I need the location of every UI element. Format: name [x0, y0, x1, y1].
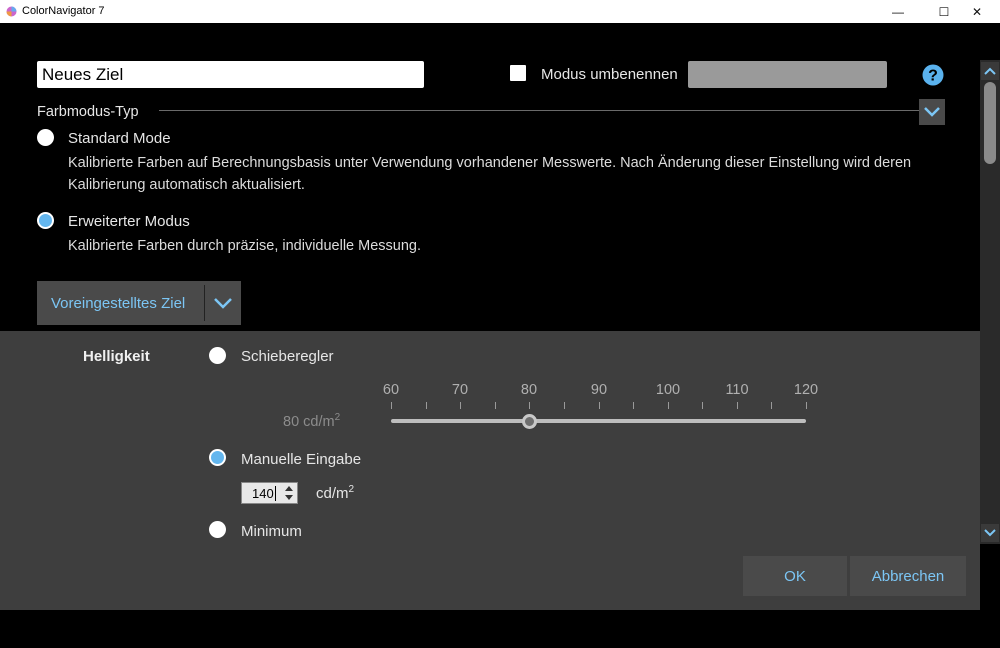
section-collapse-button[interactable]	[919, 99, 945, 125]
section-divider	[159, 110, 919, 111]
manual-entry-label: Manuelle Eingabe	[241, 451, 362, 468]
minimize-button[interactable]: —	[875, 0, 921, 23]
rename-mode-field	[688, 61, 887, 88]
standard-mode-radio[interactable]	[37, 129, 54, 146]
dropdown-arrow[interactable]	[205, 281, 241, 325]
cancel-button[interactable]: Abbrechen	[850, 556, 966, 596]
target-name-input[interactable]	[37, 61, 424, 88]
triangle-up-icon	[984, 67, 996, 75]
scale-label: 110	[725, 382, 749, 398]
target-settings-panel: Helligkeit Schieberegler 60 70 80 90 100…	[0, 331, 980, 610]
preset-target-dropdown[interactable]: Voreingestelltes Ziel	[37, 281, 241, 325]
scale-label: 120	[793, 382, 819, 398]
window-footer	[0, 610, 1000, 648]
minimum-radio[interactable]	[209, 521, 226, 538]
title-bar: ColorNavigator 7 — ☐ ✕	[0, 0, 1000, 23]
rename-mode-label: Modus umbenennen	[541, 66, 678, 83]
text-caret	[275, 486, 276, 501]
slider-tick	[771, 402, 772, 409]
maximize-icon: ☐	[938, 4, 950, 19]
slider-tick	[495, 402, 496, 409]
triangle-down-icon	[984, 529, 996, 537]
standard-mode-description: Kalibrierte Farben auf Berechnungsbasis …	[68, 155, 912, 193]
slider-value-readout: 80 cd/m2	[283, 412, 341, 430]
minimize-icon: —	[892, 4, 904, 19]
slider-tick	[599, 402, 600, 409]
ok-button[interactable]: OK	[743, 556, 847, 596]
rename-mode-checkbox[interactable]	[510, 65, 526, 81]
scale-label: 90	[590, 382, 608, 398]
brightness-spinbox[interactable]: 140	[241, 482, 298, 504]
scroll-down-button[interactable]	[981, 524, 999, 542]
mode-settings-panel: Modus umbenennen ? Farbmodus-Typ Standar…	[0, 23, 980, 331]
color-mode-type-heading: Farbmodus-Typ	[37, 104, 139, 120]
advanced-mode-description: Kalibrierte Farben durch präzise, indivi…	[68, 238, 422, 254]
scrollbar-thumb[interactable]	[984, 82, 996, 164]
slider-tick	[806, 402, 807, 409]
scale-label: 60	[382, 382, 400, 398]
brightness-slider-thumb[interactable]	[522, 414, 537, 429]
minimum-label: Minimum	[241, 523, 302, 540]
standard-mode-label: Standard Mode	[68, 130, 171, 147]
slider-tick	[529, 402, 530, 409]
scale-label: 80	[520, 382, 538, 398]
slider-tick	[633, 402, 634, 409]
spinbox-value: 140	[252, 486, 274, 501]
scale-label: 100	[655, 382, 681, 398]
question-circle-icon[interactable]: ?	[922, 64, 944, 86]
slider-tick	[391, 402, 392, 409]
brightness-slider-track[interactable]	[391, 419, 806, 423]
close-button[interactable]: ✕	[954, 0, 1000, 23]
chevron-down-icon	[214, 297, 232, 309]
manual-entry-radio[interactable]	[209, 449, 226, 466]
brightness-label: Helligkeit	[83, 348, 150, 365]
slider-option-label: Schieberegler	[241, 348, 334, 365]
slider-tick	[668, 402, 669, 409]
advanced-mode-radio[interactable]	[37, 212, 54, 229]
slider-tick	[426, 402, 427, 409]
spin-arrows-icon[interactable]	[283, 484, 295, 502]
chevron-down-icon	[924, 107, 940, 117]
close-icon: ✕	[971, 4, 983, 19]
preset-target-label: Voreingestelltes Ziel	[51, 295, 186, 312]
slider-tick	[564, 402, 565, 409]
scroll-up-button[interactable]	[981, 62, 999, 80]
slider-option-radio[interactable]	[209, 347, 226, 364]
window-title: ColorNavigator 7	[22, 5, 105, 17]
scale-label: 70	[451, 382, 469, 398]
app-logo-icon	[6, 6, 17, 17]
brightness-unit: cd/m2	[316, 484, 355, 502]
slider-tick	[702, 402, 703, 409]
svg-text:?: ?	[928, 68, 938, 85]
slider-tick	[737, 402, 738, 409]
slider-tick	[460, 402, 461, 409]
advanced-mode-label: Erweiterter Modus	[68, 213, 190, 230]
